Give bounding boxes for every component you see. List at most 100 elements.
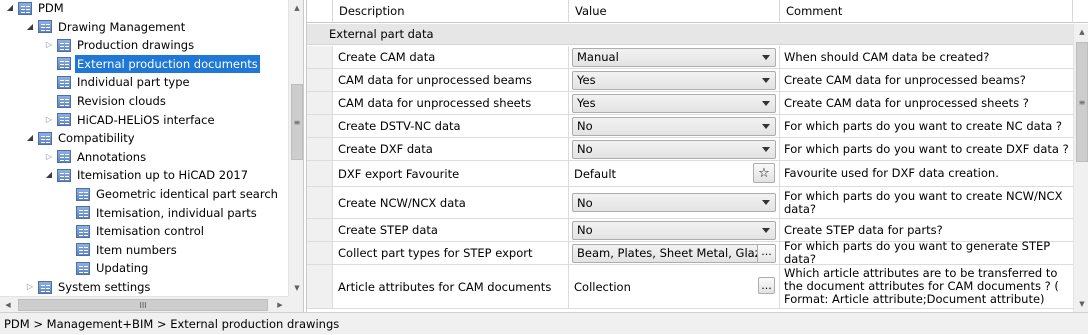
row-comment: Which article attributes are to be trans… bbox=[784, 266, 1059, 306]
row-description: Create NCW/NCX data bbox=[333, 187, 569, 218]
row-description: Create DSTV-NC data bbox=[333, 115, 569, 137]
column-header-comment[interactable]: Comment bbox=[780, 0, 1073, 23]
row-indicator[interactable] bbox=[307, 187, 333, 218]
settings-table-icon bbox=[57, 94, 71, 108]
status-path: PDM > Management+BIM > External producti… bbox=[4, 317, 340, 331]
row-indicator[interactable] bbox=[307, 69, 333, 91]
row-value-cell: No bbox=[569, 187, 780, 218]
grid-vertical-scrollbar[interactable]: ▲ ≡ ▼ bbox=[1073, 24, 1088, 312]
row-description: Create STEP data bbox=[333, 219, 569, 241]
settings-table-icon bbox=[57, 150, 71, 164]
row-indicator[interactable] bbox=[307, 161, 333, 186]
chevron-down-icon bbox=[762, 146, 770, 152]
row-indicator[interactable] bbox=[307, 265, 333, 308]
selector-value: Beam, Plates, Sheet Metal, Glazi bbox=[577, 246, 757, 260]
tree-item[interactable]: ▷ System settings bbox=[24, 278, 152, 296]
dropdown-value: No bbox=[577, 119, 593, 133]
favourite-star-button[interactable]: ☆ bbox=[753, 163, 775, 183]
column-header-description[interactable]: Description bbox=[333, 0, 569, 23]
tree-hscroll-thumb[interactable]: III bbox=[18, 299, 268, 311]
row-indicator[interactable] bbox=[307, 115, 333, 137]
tree-item[interactable]: Item numbers bbox=[62, 241, 179, 259]
settings-table-icon bbox=[76, 206, 90, 220]
collapse-arrow-icon[interactable]: ◢ bbox=[24, 129, 36, 147]
table-row: Create CAM data Manual When should CAM dat… bbox=[307, 46, 1073, 69]
value-dropdown[interactable]: Yes bbox=[572, 93, 776, 113]
row-value-cell: Default ☆ bbox=[569, 161, 780, 186]
tree-item[interactable]: ◢ Compatibility bbox=[24, 129, 137, 147]
grid-vscroll-thumb[interactable]: ≡ bbox=[1076, 42, 1088, 162]
row-indicator[interactable] bbox=[307, 219, 333, 241]
row-indicator[interactable] bbox=[307, 46, 333, 68]
tree-item[interactable]: Itemisation control bbox=[62, 222, 206, 240]
value-dropdown[interactable]: Yes bbox=[572, 70, 776, 90]
value-dropdown[interactable]: Manual bbox=[572, 47, 776, 67]
tree-item[interactable]: Revision clouds bbox=[43, 92, 168, 110]
chevron-down-icon bbox=[762, 54, 770, 60]
collapse-arrow-icon[interactable]: ◢ bbox=[4, 0, 16, 17]
tree-item[interactable]: Individual part type bbox=[43, 73, 192, 91]
part-types-selector[interactable]: Beam, Plates, Sheet Metal, Glazi... bbox=[572, 243, 776, 263]
expand-arrow-icon[interactable]: ▷ bbox=[43, 111, 55, 129]
tree-item[interactable]: ▷ HiCAD-HELiOS interface bbox=[43, 111, 217, 129]
tree-item[interactable]: ▷ Annotations bbox=[43, 148, 148, 166]
row-value-cell: No bbox=[569, 138, 780, 160]
value-dropdown[interactable]: No bbox=[572, 139, 776, 159]
tree-item[interactable]: Geometric identical part search bbox=[62, 185, 280, 203]
header-indicator bbox=[307, 0, 333, 23]
tree-vertical-scrollbar[interactable]: ▲ ≡ ▼ bbox=[288, 0, 303, 296]
collapse-arrow-icon[interactable]: ◢ bbox=[24, 18, 36, 36]
tree-horizontal-scrollbar[interactable]: ◀ III ▶ bbox=[0, 296, 288, 312]
row-comment: When should CAM data be created? bbox=[784, 49, 990, 64]
row-description: DXF export Favourite bbox=[333, 161, 569, 186]
row-value-cell: Beam, Plates, Sheet Metal, Glazi... bbox=[569, 242, 780, 264]
collapse-arrow-icon[interactable]: ◢ bbox=[43, 166, 55, 184]
column-header-value[interactable]: Value bbox=[569, 0, 780, 23]
tree-item[interactable]: ◢ PDM bbox=[4, 0, 66, 17]
row-indicator[interactable] bbox=[307, 242, 333, 264]
expand-arrow-icon[interactable]: ▷ bbox=[43, 148, 55, 166]
expand-arrow-icon[interactable]: ▷ bbox=[43, 36, 55, 54]
settings-table-icon bbox=[18, 1, 32, 15]
settings-table-icon bbox=[57, 75, 71, 89]
settings-table-icon bbox=[76, 187, 90, 201]
ellipsis-button[interactable]: ... bbox=[757, 244, 775, 262]
scroll-grip-icon: ≡ bbox=[1078, 97, 1086, 107]
ellipsis-button[interactable]: ... bbox=[758, 277, 775, 294]
value-dropdown[interactable]: No bbox=[572, 220, 776, 240]
row-value-cell: Yes bbox=[569, 92, 780, 114]
scroll-down-arrow-icon[interactable]: ▼ bbox=[289, 280, 303, 296]
scroll-corner bbox=[288, 296, 303, 312]
row-value-cell: No bbox=[569, 219, 780, 241]
tree-vscroll-thumb[interactable]: ≡ bbox=[291, 84, 303, 160]
dropdown-value: Manual bbox=[577, 50, 619, 64]
row-indicator[interactable] bbox=[307, 92, 333, 114]
tree-item-label: Revision clouds bbox=[77, 94, 166, 108]
scroll-down-arrow-icon[interactable]: ▼ bbox=[1074, 296, 1088, 312]
tree-item[interactable]: Itemisation, individual parts bbox=[62, 204, 259, 222]
tree-item-label: Itemisation control bbox=[96, 224, 204, 239]
tree-item[interactable]: ▷ Production drawings bbox=[43, 36, 196, 54]
tree-item[interactable]: ◢ Itemisation up to HiCAD 2017 bbox=[43, 166, 250, 184]
row-value-cell: Manual bbox=[569, 46, 780, 68]
row-indicator[interactable] bbox=[307, 138, 333, 160]
scroll-right-arrow-icon[interactable]: ▶ bbox=[272, 297, 288, 312]
settings-table-icon bbox=[76, 243, 90, 257]
settings-grid: Description Value Comment External part … bbox=[306, 0, 1088, 312]
value-dropdown[interactable]: No bbox=[572, 193, 776, 212]
scroll-up-arrow-icon[interactable]: ▲ bbox=[1074, 24, 1088, 40]
value-dropdown[interactable]: No bbox=[572, 116, 776, 136]
header-spacer bbox=[1073, 0, 1088, 23]
scroll-left-arrow-icon[interactable]: ◀ bbox=[0, 297, 16, 312]
tree-item-label: External production documents bbox=[75, 54, 260, 73]
tree-item[interactable]: Updating bbox=[62, 259, 150, 277]
scroll-up-arrow-icon[interactable]: ▲ bbox=[289, 0, 303, 16]
expand-arrow-icon[interactable]: ▷ bbox=[24, 278, 36, 296]
tree-item[interactable]: External production documents bbox=[43, 54, 260, 73]
status-bar: PDM > Management+BIM > External producti… bbox=[0, 312, 1088, 334]
tree-item[interactable]: ◢ Drawing Management bbox=[24, 18, 187, 36]
